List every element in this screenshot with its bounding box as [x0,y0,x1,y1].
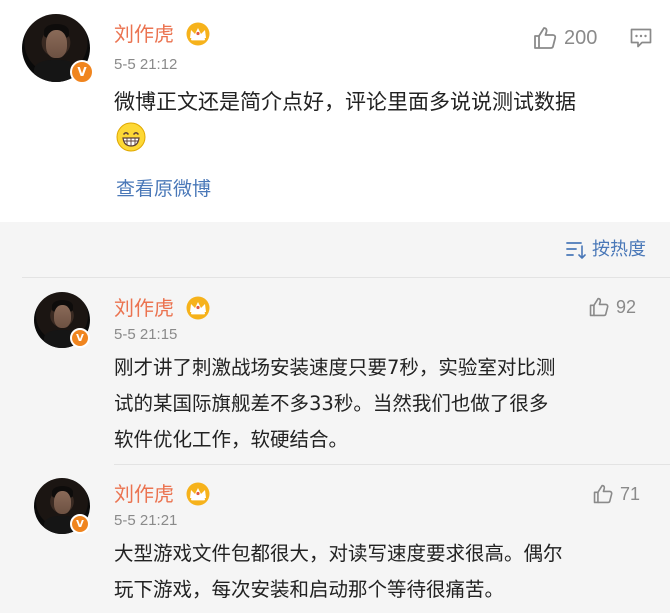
crown-icon [186,22,210,46]
comment-time: 5-5 21:15 [114,326,178,343]
weibo-comment-page: V 刘作虎 5-5 21:12 200 微博正文还是简介点好，评论里面多说说测试… [0,0,670,613]
verified-badge-icon: V [70,60,94,84]
sort-by-hot-button[interactable]: 按热度 [566,238,646,262]
crown-icon [186,296,210,320]
comment-text: 刚才讲了刺激战场安装速度只要7秒，实验室对比测 试的某国际旗舰差不多33秒。当然… [114,350,555,458]
verified-badge-icon: V [70,514,90,534]
comment-like-count: 71 [620,483,641,504]
comment-text-line: 软件优化工作，软硬结合。 [114,428,349,451]
comment-text-line: 玩下游戏，每次安装和启动那个等待很痛苦。 [114,578,505,601]
thumbs-up-icon [589,297,609,317]
verified-badge-icon: V [70,328,90,348]
thumbs-up-icon [534,27,557,49]
comment-time: 5-5 21:21 [114,512,178,529]
comment-avatar-wrap[interactable]: V [34,478,90,534]
comments-section: 按热度 V 刘作虎 5-5 21:15 92 刚才讲了刺激战场安装速度只要7秒，… [0,222,670,613]
sort-label: 按热度 [592,239,646,260]
comment-like-count: 92 [616,296,637,317]
main-post: V 刘作虎 5-5 21:12 200 微博正文还是简介点好，评论里面多说说测试… [0,0,670,222]
comment-text-line: 刚才讲了刺激战场安装速度只要7秒，实验室对比测 [114,356,556,379]
grinning-emoji-icon [116,122,146,152]
post-time: 5-5 21:12 [114,56,178,73]
view-original-post-link[interactable]: 查看原微博 [116,177,211,201]
comment-like-button[interactable]: 71 [592,483,640,505]
comment-text-line: 试的某国际旗舰差不多33秒。当然我们也做了很多 [114,392,549,415]
thumbs-up-icon [593,484,613,504]
post-avatar-wrap[interactable]: V [22,14,94,84]
comment-avatar-wrap[interactable]: V [34,292,90,348]
crown-icon [186,482,210,506]
comment-icon[interactable] [630,28,652,48]
post-like-count: 200 [564,26,598,49]
post-body-text: 微博正文还是简介点好，评论里面多说说测试数据 [114,90,576,114]
post-author-name[interactable]: 刘作虎 [114,22,174,46]
comment-like-button[interactable]: 92 [588,296,636,318]
comment-author-name[interactable]: 刘作虎 [114,296,174,320]
divider [114,464,670,465]
divider [22,277,670,278]
comment-author-name[interactable]: 刘作虎 [114,482,174,506]
comment-text: 大型游戏文件包都很大，对读写速度要求很高。偶尔 玩下游戏，每次安装和启动那个等待… [114,536,563,608]
post-like-button[interactable]: 200 [532,25,597,51]
sort-icon [566,242,586,259]
comment-text-line: 大型游戏文件包都很大，对读写速度要求很高。偶尔 [114,542,563,565]
